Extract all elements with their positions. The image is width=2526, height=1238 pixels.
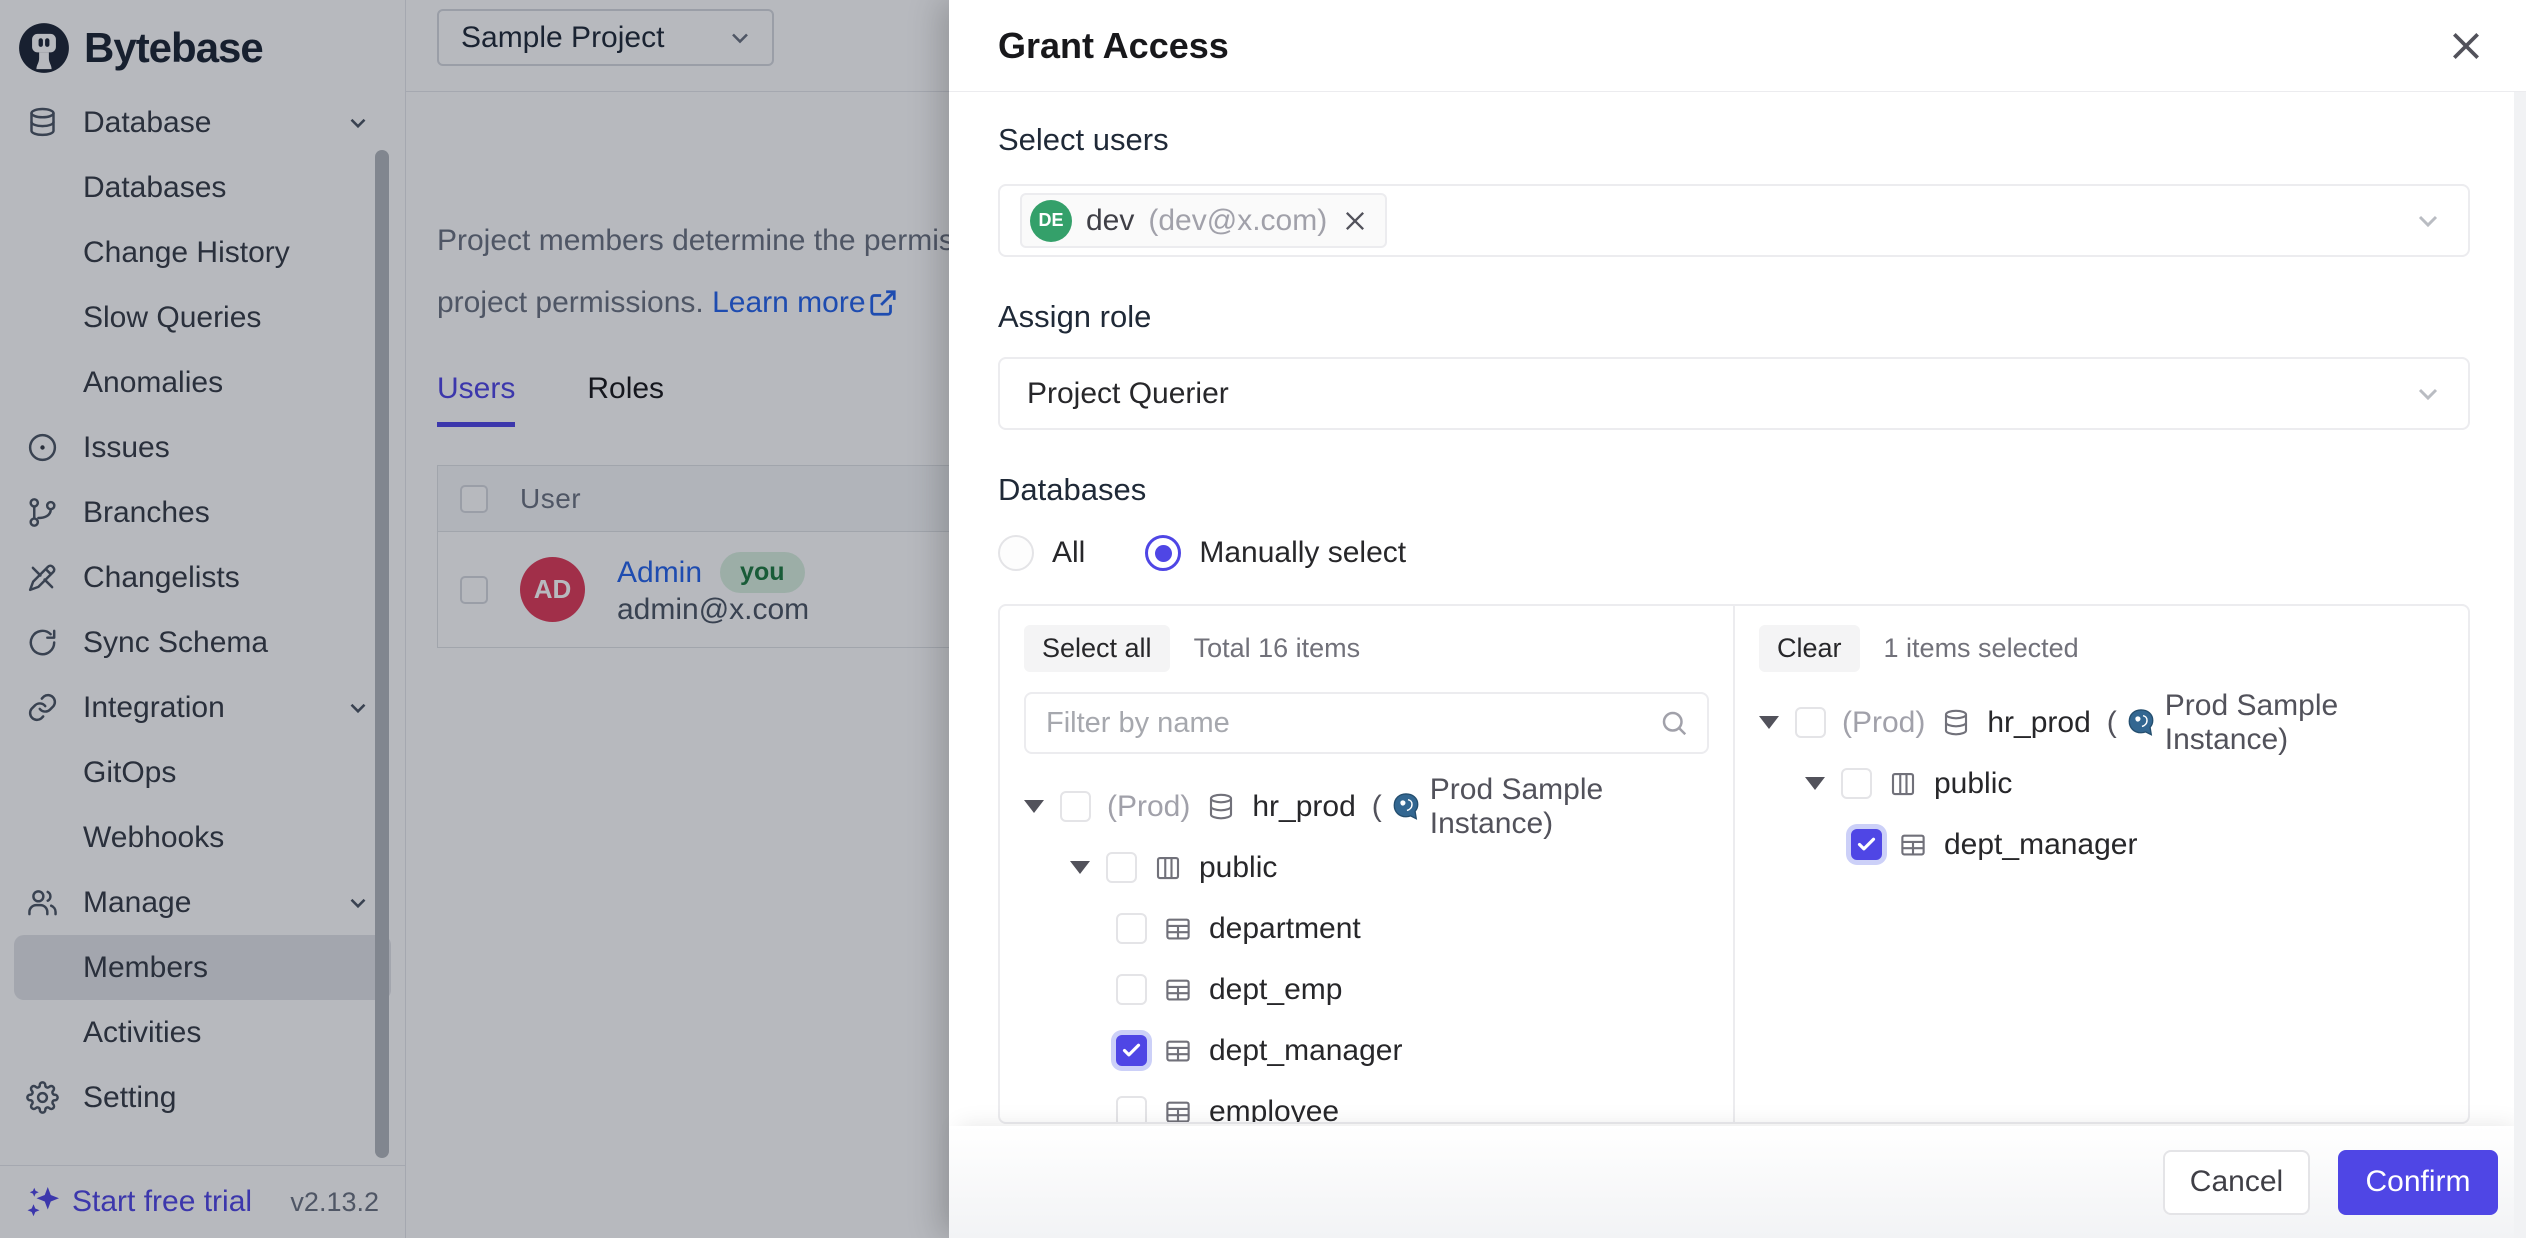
filter-input-wrap: [1024, 692, 1709, 754]
filter-input[interactable]: [1046, 707, 1659, 740]
checkbox[interactable]: [1116, 1096, 1147, 1122]
tree-row-schema: public: [1024, 837, 1709, 898]
checkbox[interactable]: [1841, 768, 1872, 799]
modal-footer: Cancel Confirm: [949, 1126, 2526, 1238]
checkbox-checked[interactable]: [1851, 829, 1882, 860]
instance-name: Prod Sample Instance): [1430, 773, 1709, 841]
chevron-down-icon: [2412, 205, 2444, 237]
table-icon: [1163, 1097, 1193, 1123]
tree-row-schema: public: [1759, 753, 2444, 814]
remove-user-icon[interactable]: [1341, 207, 1369, 235]
source-panel-header: Select all Total 16 items: [1024, 626, 1709, 670]
clear-button[interactable]: Clear: [1759, 625, 1860, 672]
tree-row-table: department: [1024, 898, 1709, 959]
checkbox[interactable]: [1116, 974, 1147, 1005]
expander-caret-icon[interactable]: [1805, 777, 1825, 790]
table-icon: [1163, 975, 1193, 1005]
expander-caret-icon[interactable]: [1024, 800, 1044, 813]
table-icon: [1163, 914, 1193, 944]
database-name: hr_prod: [1987, 706, 2090, 740]
source-panel: Select all Total 16 items (Prod): [1000, 606, 1735, 1122]
select-users-label: Select users: [998, 122, 2470, 158]
expander-caret-icon[interactable]: [1070, 861, 1090, 874]
expander-caret-icon[interactable]: [1759, 716, 1779, 729]
schema-name: public: [1199, 851, 1277, 885]
table-name: dept_emp: [1209, 973, 1342, 1007]
grant-access-modal: Grant Access Select users DE dev (dev@x.…: [949, 0, 2526, 1238]
instance-name: Prod Sample Instance): [2165, 689, 2444, 757]
modal-title: Grant Access: [998, 25, 1229, 67]
postgresql-icon: [2125, 707, 2157, 739]
search-icon: [1659, 708, 1689, 738]
tree-row-table: dept_manager: [1759, 814, 2444, 875]
environment-label: (Prod): [1842, 706, 1925, 740]
selected-items-label: 1 items selected: [1884, 633, 2079, 664]
checkbox-checked[interactable]: [1116, 1035, 1147, 1066]
check-icon: [1121, 1040, 1142, 1061]
postgresql-icon: [1390, 791, 1422, 823]
checkbox[interactable]: [1106, 852, 1137, 883]
database-icon: [1206, 792, 1236, 822]
role-select[interactable]: Project Querier: [998, 357, 2470, 430]
tree-row-instance: (Prod) hr_prod ( Prod Sample Instance): [1024, 776, 1709, 837]
select-users-input[interactable]: DE dev (dev@x.com): [998, 184, 2470, 257]
user-chip: DE dev (dev@x.com): [1020, 193, 1387, 248]
tree-row-table: employee: [1024, 1081, 1709, 1122]
radio-manually-select[interactable]: Manually select: [1145, 535, 1406, 571]
database-name: hr_prod: [1252, 790, 1355, 824]
modal-scrollbar-track[interactable]: [2514, 92, 2526, 1238]
paren-open: (: [2107, 706, 2117, 740]
instance-label: ( Prod Sample Instance): [2107, 689, 2444, 757]
radio-circle: [1145, 535, 1181, 571]
chip-user-name: dev: [1086, 204, 1134, 238]
schema-icon: [1153, 853, 1183, 883]
selected-tree: (Prod) hr_prod ( Prod Sample Instance): [1759, 692, 2444, 875]
checkbox[interactable]: [1116, 913, 1147, 944]
table-icon: [1898, 830, 1928, 860]
role-select-value: Project Querier: [1027, 377, 1229, 411]
databases-label: Databases: [998, 472, 2470, 508]
checkbox[interactable]: [1795, 707, 1826, 738]
cancel-button[interactable]: Cancel: [2163, 1150, 2310, 1215]
source-tree: (Prod) hr_prod ( Prod Sample Instance): [1024, 776, 1709, 1122]
screen: Bytebase Database Databases Change Histo…: [0, 0, 2526, 1238]
tree-row-table: dept_manager: [1024, 1020, 1709, 1081]
schema-icon: [1888, 769, 1918, 799]
table-icon: [1163, 1036, 1193, 1066]
table-name: dept_manager: [1209, 1034, 1402, 1068]
total-items-label: Total 16 items: [1194, 633, 1361, 664]
radio-circle: [998, 535, 1034, 571]
table-name: dept_manager: [1944, 828, 2137, 862]
tree-row-instance: (Prod) hr_prod ( Prod Sample Instance): [1759, 692, 2444, 753]
table-name: employee: [1209, 1095, 1339, 1123]
database-scope-radios: All Manually select: [998, 532, 2470, 574]
chip-user-email: (dev@x.com): [1148, 204, 1327, 238]
instance-label: ( Prod Sample Instance): [1372, 773, 1709, 841]
selected-panel: Clear 1 items selected (Prod) hr_prod (: [1735, 606, 2468, 1122]
environment-label: (Prod): [1107, 790, 1190, 824]
database-icon: [1941, 708, 1971, 738]
assign-role-label: Assign role: [998, 299, 2470, 335]
radio-manual-label: Manually select: [1199, 536, 1406, 570]
select-all-button[interactable]: Select all: [1024, 625, 1170, 672]
selected-panel-header: Clear 1 items selected: [1759, 626, 2444, 670]
radio-all[interactable]: All: [998, 535, 1085, 571]
close-icon[interactable]: [2446, 26, 2486, 66]
modal-body: Select users DE dev (dev@x.com) Assign r…: [949, 92, 2526, 1124]
confirm-button[interactable]: Confirm: [2338, 1150, 2498, 1215]
tree-row-table: dept_emp: [1024, 959, 1709, 1020]
modal-header: Grant Access: [949, 0, 2526, 92]
database-transfer: Select all Total 16 items (Prod): [998, 604, 2470, 1124]
radio-all-label: All: [1052, 536, 1085, 570]
avatar: DE: [1030, 200, 1072, 242]
chevron-down-icon: [2412, 378, 2444, 410]
checkbox[interactable]: [1060, 791, 1091, 822]
paren-open: (: [1372, 790, 1382, 824]
schema-name: public: [1934, 767, 2012, 801]
table-name: department: [1209, 912, 1361, 946]
check-icon: [1856, 834, 1877, 855]
